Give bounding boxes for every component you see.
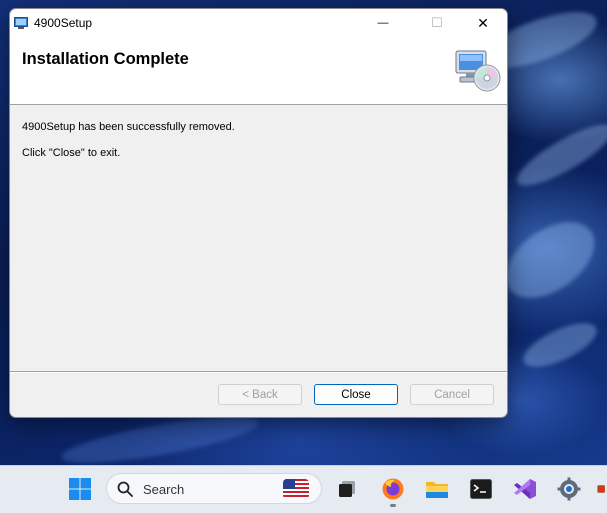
header-banner: Installation Complete xyxy=(10,37,507,105)
close-window-button[interactable]: ✕ xyxy=(460,9,506,37)
computer-cd-icon xyxy=(454,47,502,93)
start-icon[interactable] xyxy=(66,475,94,503)
maximize-button: ☐ xyxy=(414,9,460,37)
minimize-icon: — xyxy=(377,17,389,29)
taskbar: Search xyxy=(0,465,607,513)
close-icon: ✕ xyxy=(477,14,489,31)
search-box[interactable]: Search xyxy=(106,473,322,504)
setup-dialog: 4900Setup — ☐ ✕ Installation Complete 49… xyxy=(9,8,508,418)
window-title: 4900Setup xyxy=(34,16,93,30)
title-bar[interactable]: 4900Setup — ☐ ✕ xyxy=(10,9,507,37)
footer-divider xyxy=(10,371,507,373)
task-view-icon[interactable] xyxy=(333,475,361,503)
cancel-button: Cancel xyxy=(410,384,494,405)
search-placeholder: Search xyxy=(143,482,185,497)
powerpoint-icon[interactable] xyxy=(597,475,607,503)
setup-app-icon xyxy=(14,16,28,29)
message-area: 4900Setup has been successfully removed.… xyxy=(22,121,235,173)
terminal-icon[interactable] xyxy=(467,475,495,503)
close-button[interactable]: Close xyxy=(314,384,398,405)
page-title: Installation Complete xyxy=(22,50,189,68)
firefox-running-indicator xyxy=(390,504,396,507)
back-button: < Back xyxy=(218,384,302,405)
minimize-button[interactable]: — xyxy=(360,9,406,37)
exit-instruction: Click "Close" to exit. xyxy=(22,147,121,159)
search-icon xyxy=(117,481,133,497)
visual-studio-icon[interactable] xyxy=(511,475,539,503)
maximize-icon: ☐ xyxy=(431,15,443,30)
settings-icon[interactable] xyxy=(555,475,583,503)
file-explorer-icon[interactable] xyxy=(423,475,451,503)
firefox-icon[interactable] xyxy=(379,475,407,503)
us-flag-icon xyxy=(283,479,309,499)
removed-message: 4900Setup has been successfully removed. xyxy=(22,121,235,133)
